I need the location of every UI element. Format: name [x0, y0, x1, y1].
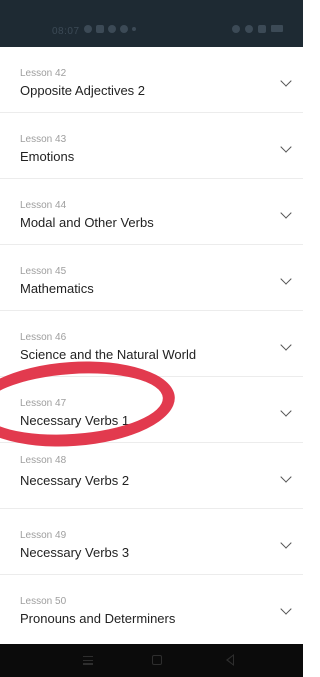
menu-icon[interactable] [83, 656, 93, 667]
signal-icon [258, 25, 266, 33]
notification-icons [84, 25, 136, 33]
lesson-row[interactable]: Lesson 48 Necessary Verbs 2 [0, 443, 303, 509]
instagram-icon [120, 25, 128, 33]
lesson-title: Science and the Natural World [20, 347, 197, 362]
lesson-number: Lesson 44 [20, 200, 67, 211]
chevron-down-icon[interactable] [280, 273, 292, 285]
chevron-down-icon[interactable] [280, 603, 292, 615]
lesson-number: Lesson 48 [20, 455, 67, 466]
chevron-down-icon[interactable] [280, 75, 292, 87]
lesson-number: Lesson 46 [20, 332, 67, 343]
chevron-down-icon[interactable] [280, 537, 292, 549]
chevron-down-icon[interactable] [280, 471, 292, 483]
dot-icon [132, 27, 136, 31]
lesson-number: Lesson 49 [20, 530, 67, 541]
chevron-down-icon[interactable] [280, 339, 292, 351]
lesson-title: Pronouns and Determiners [20, 611, 176, 626]
lesson-row[interactable]: Lesson 45 Mathematics [0, 245, 303, 311]
alarm-icon [232, 25, 240, 33]
lesson-row[interactable]: Lesson 42 Opposite Adjectives 2 [0, 47, 303, 113]
chevron-down-icon[interactable] [280, 141, 292, 153]
wifi-icon [245, 25, 253, 33]
lesson-title: Necessary Verbs 2 [20, 473, 130, 488]
chevron-down-icon[interactable] [280, 207, 292, 219]
lesson-title: Necessary Verbs 3 [20, 545, 130, 560]
chevron-down-icon[interactable] [280, 405, 292, 417]
lesson-number: Lesson 42 [20, 68, 67, 79]
lesson-row[interactable]: Lesson 49 Necessary Verbs 3 [0, 509, 303, 575]
message-icon [96, 25, 104, 33]
lesson-row[interactable]: Lesson 46 Science and the Natural World [0, 311, 303, 377]
lesson-row[interactable]: Lesson 47 Necessary Verbs 1 [0, 377, 303, 443]
lesson-row[interactable]: Lesson 50 Pronouns and Determiners [0, 575, 303, 644]
navigation-bar [0, 644, 303, 677]
lesson-number: Lesson 45 [20, 266, 67, 277]
lesson-number: Lesson 47 [20, 398, 67, 409]
lesson-title: Modal and Other Verbs [20, 215, 154, 230]
lesson-title: Mathematics [20, 281, 94, 296]
lesson-row[interactable]: Lesson 44 Modal and Other Verbs [0, 179, 303, 245]
back-icon[interactable] [226, 654, 234, 666]
app-icon [108, 25, 116, 33]
lesson-title: Opposite Adjectives 2 [20, 83, 146, 98]
lesson-title: Necessary Verbs 1 [20, 413, 130, 428]
system-icons [232, 25, 283, 33]
lesson-title: Emotions [20, 149, 75, 164]
home-icon[interactable] [152, 655, 162, 665]
whatsapp-icon [84, 25, 92, 33]
battery-icon [271, 25, 283, 32]
status-time: 08:07 [52, 26, 80, 37]
status-bar: 08:07 [0, 0, 303, 47]
lesson-row[interactable]: Lesson 43 Emotions [0, 113, 303, 179]
lesson-list: Lesson 42 Opposite Adjectives 2 Lesson 4… [0, 47, 303, 644]
lesson-number: Lesson 43 [20, 134, 67, 145]
lesson-number: Lesson 50 [20, 596, 67, 607]
